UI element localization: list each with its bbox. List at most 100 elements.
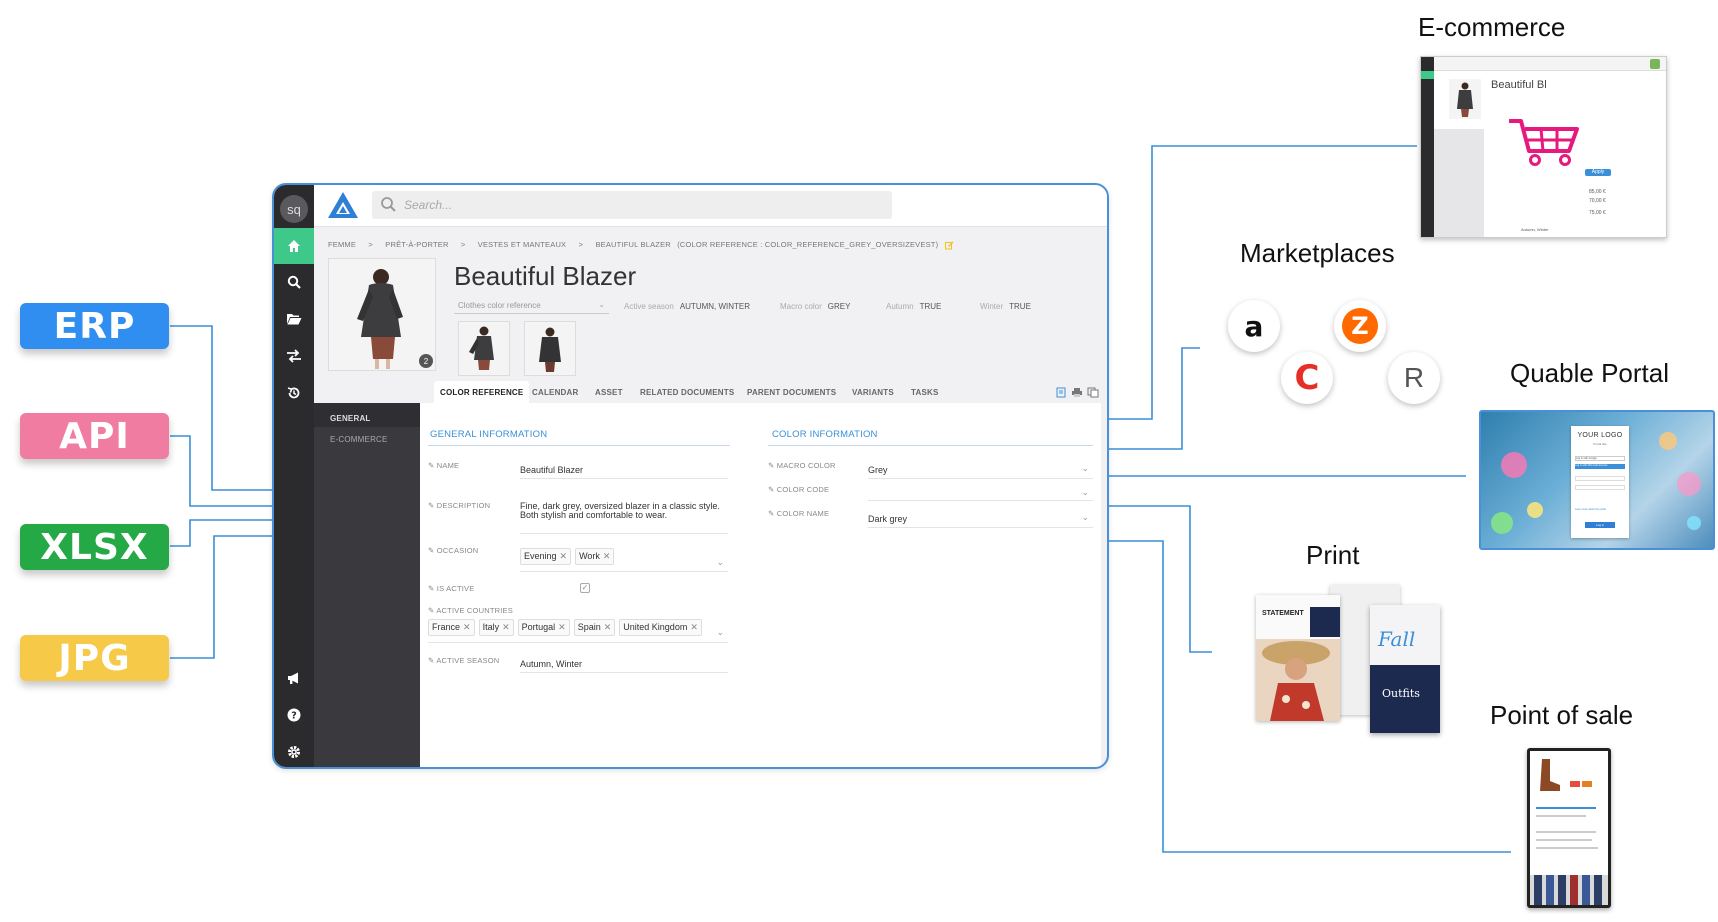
color-code-select[interactable]: ⌄ <box>868 487 1093 501</box>
close-icon[interactable]: ✕ <box>560 551 568 561</box>
top-bar: Search... <box>314 185 1107 227</box>
color-name-label-text: COLOR NAME <box>776 509 830 518</box>
pos-swatch <box>1582 781 1592 787</box>
chevron-down-icon: ⌄ <box>716 627 724 637</box>
tab-color-reference[interactable]: COLOR REFERENCE <box>434 381 530 403</box>
country-chip[interactable]: Spain ✕ <box>573 619 616 636</box>
print-icon[interactable] <box>1071 387 1083 398</box>
close-icon[interactable]: ✕ <box>604 622 612 632</box>
portal-login-button[interactable]: Log in <box>1585 522 1615 528</box>
color-name-select[interactable]: Dark grey ⌄ <box>868 512 1093 528</box>
quable-logo[interactable] <box>326 190 360 225</box>
apply-button[interactable]: Apply <box>1585 169 1611 176</box>
close-icon[interactable]: ✕ <box>690 622 698 632</box>
ecommerce-price: 75,00 € <box>1589 210 1606 216</box>
is-active-checkbox[interactable]: ✓ <box>580 583 590 593</box>
meta-label: Autumn <box>886 302 914 311</box>
rakuten-logo-text: R <box>1403 362 1425 393</box>
login-google-button[interactable]: Log in with Google <box>1575 456 1625 461</box>
breadcrumb-current: BEAUTIFUL BLAZER <box>595 240 671 249</box>
zalando-logo-text: Z <box>1351 312 1368 340</box>
meta-label: Macro color <box>780 302 822 311</box>
description-field[interactable]: Fine, dark grey, oversized blazer in a c… <box>520 502 728 534</box>
country-chip[interactable]: France ✕ <box>428 619 475 636</box>
search-bar[interactable]: Search... <box>372 191 892 219</box>
section-divider <box>428 445 730 446</box>
help-nav-button[interactable]: ? <box>274 697 314 733</box>
jeans-photo <box>1530 875 1608 905</box>
source-badge-api: API <box>20 413 169 459</box>
print-label: Print <box>1306 540 1360 570</box>
portal-login-card: YOUR LOGO Portal title Log in with Googl… <box>1571 426 1629 538</box>
document-icon[interactable] <box>1056 387 1066 398</box>
bokeh-light <box>1677 472 1701 496</box>
edit-icon[interactable] <box>944 241 954 250</box>
home-nav-button[interactable] <box>274 228 314 264</box>
close-icon[interactable]: ✕ <box>502 622 510 632</box>
occasion-chip[interactable]: Evening ✕ <box>520 548 572 565</box>
occasion-multiselect[interactable]: Evening ✕ Work ✕ ⌄ <box>520 546 728 572</box>
section-nav-general[interactable]: GENERAL <box>330 414 371 423</box>
chevron-down-icon: ⌄ <box>1081 487 1089 497</box>
pos-swatch <box>1570 781 1580 787</box>
tab-variants[interactable]: VARIANTS <box>852 381 894 403</box>
announcement-nav-button[interactable] <box>274 660 314 696</box>
active-season-label: ✎ ACTIVE SEASON <box>428 656 500 665</box>
breadcrumb-item[interactable]: VESTES ET MANTEAUX <box>478 240 566 249</box>
history-nav-button[interactable] <box>274 375 314 411</box>
search-placeholder: Search... <box>404 198 453 212</box>
thumbnail-photo <box>525 322 575 375</box>
macro-color-select[interactable]: Grey ⌄ <box>868 463 1093 479</box>
product-main-image[interactable]: 2 <box>328 258 436 371</box>
ecommerce-active-nav <box>1421 71 1434 79</box>
breadcrumb-item[interactable]: PRÊT-À-PORTER <box>385 240 448 249</box>
family-select[interactable]: Clothes color reference ⌄ <box>454 298 609 314</box>
tab-parent-documents[interactable]: PARENT DOCUMENTS <box>747 381 836 403</box>
chip-label: Spain <box>577 622 601 632</box>
source-badge-jpg: JPG <box>20 635 169 681</box>
tab-tasks[interactable]: TASKS <box>911 381 939 403</box>
tab-asset[interactable]: ASSET <box>595 381 623 403</box>
portal-link[interactable]: Learn more about the portal <box>1575 508 1625 511</box>
search-nav-button[interactable] <box>274 264 314 300</box>
folder-nav-button[interactable] <box>274 301 314 337</box>
zalando-badge-icon: Z <box>1342 308 1378 344</box>
section-nav-ecommerce[interactable]: E-COMMERCE <box>330 435 388 444</box>
chevron-down-icon: ⌄ <box>1081 512 1089 522</box>
pos-label: Point of sale <box>1490 700 1634 730</box>
close-icon[interactable]: ✕ <box>603 551 611 561</box>
product-thumbnail[interactable] <box>524 321 576 376</box>
active-countries-multiselect[interactable]: France ✕ Italy ✕ Portugal ✕ Spain ✕ United Kingd… <box>428 617 728 643</box>
boots-photo <box>1540 759 1560 791</box>
pos-text-line <box>1536 839 1592 841</box>
active-season-field[interactable]: Autumn, Winter <box>520 659 728 673</box>
occasion-chip[interactable]: Work ✕ <box>575 548 615 565</box>
country-chip[interactable]: Portugal ✕ <box>517 619 570 636</box>
tab-calendar[interactable]: CALENDAR <box>532 381 579 403</box>
close-icon[interactable]: ✕ <box>558 622 566 632</box>
product-thumbnail[interactable] <box>458 321 510 376</box>
country-chip[interactable]: United Kingdom ✕ <box>619 619 702 636</box>
login-microsoft-button[interactable]: Log in with Microsoft Account <box>1575 464 1625 469</box>
chip-label: Work <box>579 551 600 561</box>
description-label: ✎ DESCRIPTION <box>428 501 491 510</box>
portal-input[interactable] <box>1575 485 1625 490</box>
close-icon[interactable]: ✕ <box>463 622 471 632</box>
brochure-fall-title: Fall <box>1378 627 1416 651</box>
name-field[interactable]: Beautiful Blazer <box>520 465 728 479</box>
settings-nav-button[interactable] <box>274 734 314 767</box>
country-chip[interactable]: Italy ✕ <box>478 619 514 636</box>
transfer-icon <box>287 349 301 363</box>
avatar[interactable]: sq <box>280 195 308 223</box>
transfer-nav-button[interactable] <box>274 338 314 374</box>
section-divider <box>768 445 1093 446</box>
breadcrumb-item[interactable]: FEMME <box>328 240 356 249</box>
macro-color-label-text: MACRO COLOR <box>776 461 836 470</box>
tab-related-documents[interactable]: RELATED DOCUMENTS <box>640 381 734 403</box>
portal-input[interactable] <box>1575 476 1625 481</box>
amazon-logo-text: a <box>1244 309 1264 343</box>
breadcrumb: FEMME > PRÊT-À-PORTER > VESTES ET MANTEA… <box>328 240 954 250</box>
bokeh-light <box>1491 512 1513 534</box>
copy-icon[interactable] <box>1087 387 1099 398</box>
page-title: Beautiful Blazer <box>454 261 637 291</box>
